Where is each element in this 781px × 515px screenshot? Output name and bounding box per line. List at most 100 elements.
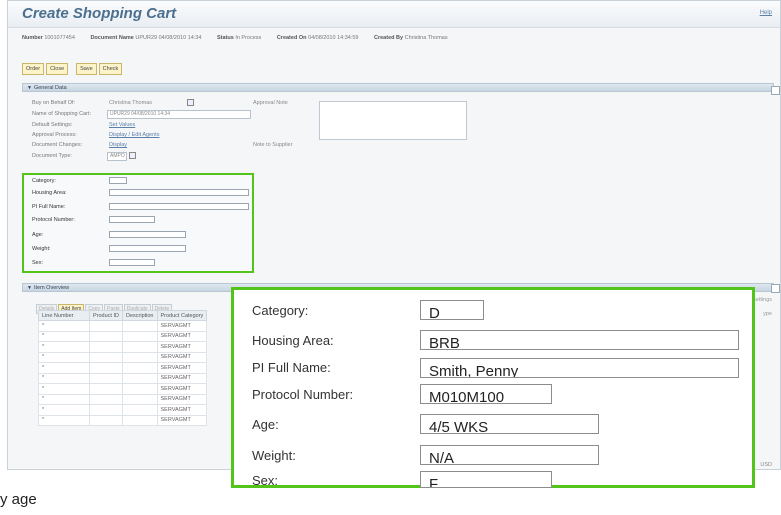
table-cell[interactable] (121, 341, 158, 353)
callout-age-label: Age: (252, 417, 279, 432)
table-cell[interactable] (121, 351, 158, 363)
cart-name-input[interactable]: UPUR29 04/08/2010 14:34 (107, 110, 251, 119)
table-cell[interactable] (89, 383, 123, 395)
table-cell[interactable]: SERVAGMT (156, 383, 208, 395)
table-row[interactable]: * SERVAGMT (38, 383, 208, 395)
expand-toggle-icon[interactable] (771, 284, 780, 293)
table-cell[interactable]: * (38, 404, 90, 416)
table-row[interactable]: * SERVAGMT (38, 362, 208, 374)
table-cell[interactable]: SERVAGMT (156, 404, 208, 416)
age-input[interactable] (109, 231, 186, 238)
order-button[interactable]: Order (22, 63, 45, 75)
approval-note-textarea[interactable] (319, 101, 467, 140)
callout-protocol-number-input[interactable]: M010M100 (420, 384, 552, 404)
general-data-header[interactable]: ▼ General Data (22, 83, 774, 92)
table-cell[interactable]: * (38, 351, 90, 363)
table-row[interactable]: * SERVAGMT (38, 393, 208, 405)
table-row[interactable]: * SERVAGMT (38, 404, 208, 416)
table-cell[interactable] (89, 341, 123, 353)
document-type-input[interactable]: AMPO (107, 152, 127, 161)
table-row[interactable]: * SERVAGMT (38, 372, 208, 384)
display-link[interactable]: Display (109, 142, 127, 148)
table-cell[interactable] (89, 404, 123, 416)
callout-category-input[interactable]: D (420, 300, 484, 320)
callout-housing-area-input[interactable]: BRB (420, 330, 739, 350)
table-cell[interactable]: * (38, 372, 90, 384)
table-row[interactable]: * SERVAGMT (38, 341, 208, 353)
column-header[interactable]: Product Category (156, 310, 208, 321)
table-cell[interactable] (89, 320, 123, 332)
table-cell[interactable] (89, 414, 123, 426)
table-cell[interactable]: * (38, 383, 90, 395)
table-cell[interactable] (89, 362, 123, 374)
table-cell[interactable] (121, 404, 158, 416)
document-type-label: Document Type: (32, 153, 72, 159)
weight-input[interactable] (109, 245, 186, 252)
callout-category-label: Category: (252, 303, 309, 318)
callout-pi-full-name-input[interactable]: Smith, Penny (420, 358, 739, 378)
table-cell[interactable] (121, 362, 158, 374)
collapse-triangle-icon: ▼ (27, 285, 32, 291)
settings-link[interactable]: Settings (752, 297, 772, 303)
table-cell[interactable]: * (38, 320, 90, 332)
table-row[interactable]: * SERVAGMT (38, 351, 208, 363)
callout-age-input[interactable]: 4/5 WKS (420, 414, 599, 434)
sex-input[interactable] (109, 259, 155, 266)
table-cell[interactable]: * (38, 330, 90, 342)
table-cell[interactable] (121, 372, 158, 384)
table-cell[interactable] (121, 393, 158, 405)
table-cell[interactable]: SERVAGMT (156, 362, 208, 374)
callout-sex-input[interactable]: F (420, 471, 552, 488)
approval-process-label: Approval Process: (32, 132, 77, 138)
table-cell[interactable] (121, 330, 158, 342)
table-cell[interactable]: SERVAGMT (156, 341, 208, 353)
document-header: Number 1001077454 Document Name UPUR29 0… (22, 35, 462, 41)
column-header[interactable]: Line Number (38, 310, 90, 321)
item-table: Line Number Product ID Description Produ… (38, 310, 208, 426)
default-settings-label: Default Settings: (32, 122, 73, 128)
table-row[interactable]: * SERVAGMT (38, 330, 208, 342)
protocol-number-label: Protocol Number: (32, 217, 75, 223)
dropdown-icon[interactable] (129, 152, 136, 159)
callout-weight-input[interactable]: N/A (420, 445, 599, 465)
category-input[interactable] (109, 177, 127, 184)
table-cell[interactable]: SERVAGMT (156, 414, 208, 426)
value-help-icon[interactable] (187, 99, 194, 106)
table-cell[interactable]: SERVAGMT (156, 330, 208, 342)
table-cell[interactable]: * (38, 393, 90, 405)
column-header[interactable]: Product ID (89, 310, 123, 321)
set-values-link[interactable]: Set Values (109, 122, 135, 128)
table-cell[interactable] (121, 320, 158, 332)
edit-agents-link[interactable]: Display / Edit Agents (109, 132, 159, 138)
pi-full-name-input[interactable] (109, 203, 249, 210)
help-link[interactable]: Help (760, 10, 772, 16)
column-header[interactable]: Description (121, 310, 158, 321)
expand-toggle-icon[interactable] (771, 86, 780, 95)
table-cell[interactable]: * (38, 362, 90, 374)
table-cell[interactable] (121, 383, 158, 395)
table-cell[interactable]: SERVAGMT (156, 351, 208, 363)
table-cell[interactable]: SERVAGMT (156, 320, 208, 332)
table-cell[interactable]: * (38, 414, 90, 426)
table-cell[interactable] (89, 330, 123, 342)
save-button[interactable]: Save (76, 63, 97, 75)
table-cell[interactable]: SERVAGMT (156, 393, 208, 405)
main-toolbar: Order Close Save Check (22, 57, 124, 75)
table-cell[interactable] (89, 372, 123, 384)
table-row[interactable]: * SERVAGMT (38, 414, 208, 426)
meta-status: Status In Process (216, 35, 262, 41)
table-cell[interactable]: SERVAGMT (156, 372, 208, 384)
protocol-number-input[interactable] (109, 216, 155, 223)
table-cell[interactable] (121, 414, 158, 426)
close-button[interactable]: Close (46, 63, 69, 75)
table-cell[interactable]: * (38, 341, 90, 353)
table-row[interactable]: * SERVAGMT (38, 320, 208, 332)
document-changes-label: Document Changes: (32, 142, 83, 148)
sex-label: Sex: (32, 260, 44, 266)
table-cell[interactable] (89, 393, 123, 405)
housing-area-input[interactable] (109, 189, 249, 196)
custom-fields-callout: Category: D Housing Area: BRB PI Full Na… (231, 287, 755, 488)
table-cell[interactable] (89, 351, 123, 363)
check-button[interactable]: Check (98, 63, 123, 75)
page-title: Create Shopping Cart (22, 5, 177, 22)
